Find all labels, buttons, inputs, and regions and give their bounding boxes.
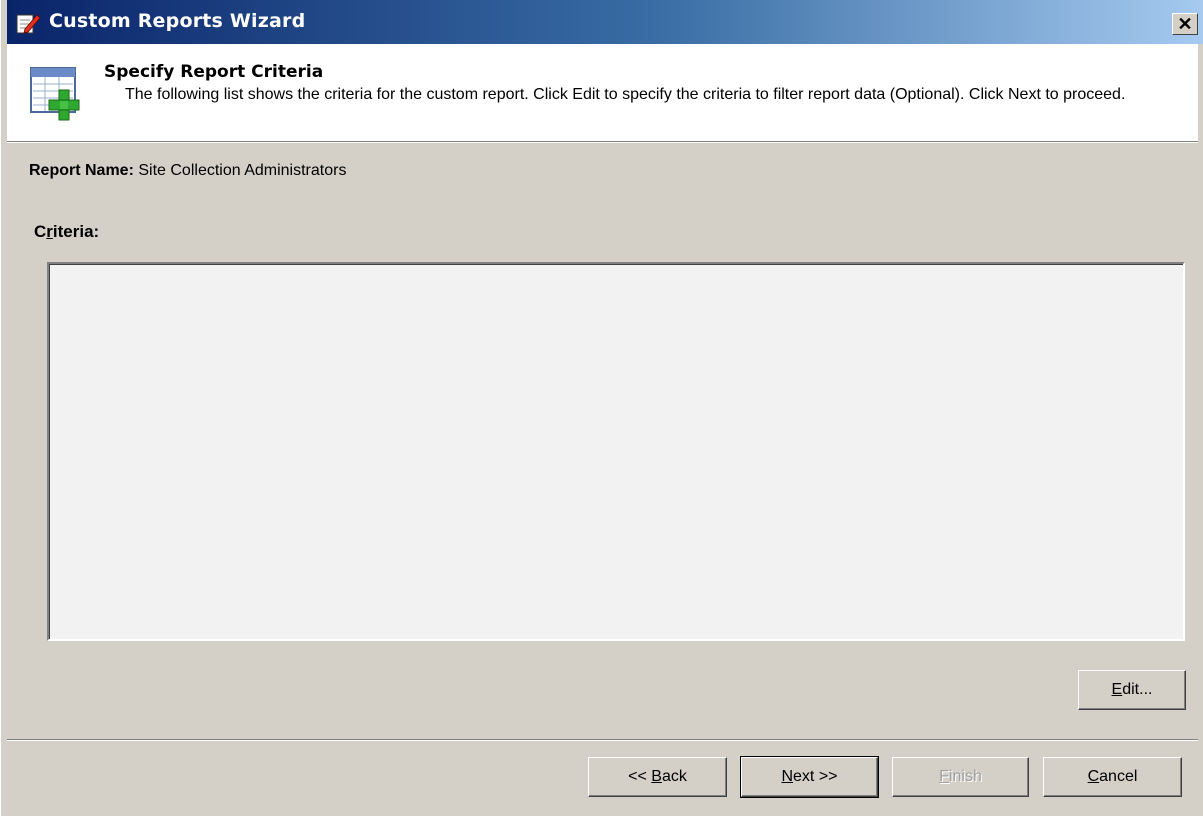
title-bar[interactable]: Custom Reports Wizard ✕ [7,0,1203,44]
next-accel: N [781,768,794,785]
criteria-label-accel: r [46,222,53,241]
report-name-row: Report Name: Site Collection Administrat… [29,162,346,180]
edit-label: dit... [1122,681,1153,698]
finish-label: inish [948,768,982,785]
criteria-label: Criteria: [34,222,99,242]
wizard-header: Specify Report Criteria The following li… [7,44,1198,142]
back-label: ack [661,768,687,785]
criteria-list[interactable] [47,262,1185,641]
next-label: ext >> [793,768,838,785]
cancel-accel: C [1087,768,1100,785]
close-button[interactable]: ✕ [1172,13,1198,35]
report-add-icon [27,64,89,126]
notepad-pencil-icon [15,12,41,34]
back-prefix: << [628,768,652,785]
edit-button[interactable]: Edit... [1078,670,1186,710]
criteria-label-prefix: C [34,222,47,241]
back-accel: B [651,768,662,785]
window-title: Custom Reports Wizard [49,10,306,32]
report-name-value: Site Collection Administrators [138,162,347,179]
report-name-label: Report Name: [29,162,134,179]
page-description: The following list shows the criteria fo… [125,86,1126,103]
cancel-label: ancel [1099,768,1138,785]
page-title: Specify Report Criteria [104,62,324,82]
wizard-window: Custom Reports Wizard ✕ Specify Report C… [0,0,1203,816]
footer-divider [7,739,1198,741]
finish-accel: F [939,768,949,785]
cancel-button[interactable]: Cancel [1043,757,1182,797]
back-button[interactable]: << Back [588,757,727,797]
finish-button[interactable]: Finish [892,757,1029,797]
next-button[interactable]: Next >> [740,756,879,798]
criteria-label-suffix: iteria: [52,222,100,241]
header-divider [7,142,1198,143]
edit-accel: E [1111,681,1123,698]
close-icon: ✕ [1177,13,1193,34]
